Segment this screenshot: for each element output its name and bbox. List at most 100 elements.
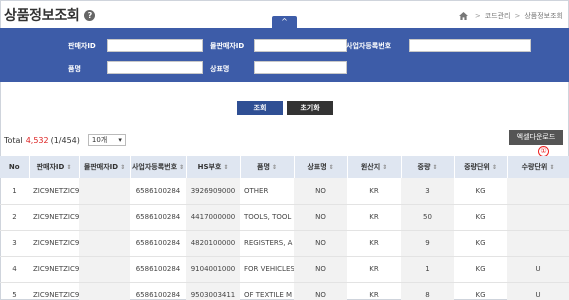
sort-icon: ⇕ <box>223 164 229 171</box>
table-cell: KG <box>454 178 507 205</box>
table-row[interactable]: 2 ZIC9NETZIC9 6586100284 4417000000 TOOLS, T… <box>0 204 569 231</box>
table-cell: 3 <box>0 230 29 257</box>
table-cell: KG <box>454 204 507 231</box>
help-icon[interactable]: ? <box>84 9 96 21</box>
table-cell <box>79 204 130 231</box>
table-cell: KG <box>454 230 507 257</box>
column-header[interactable]: 원산지 ⇕ <box>347 156 402 178</box>
table-cell: KR <box>347 256 401 283</box>
table-cell: 50 <box>401 204 454 231</box>
table-row[interactable]: 5 ZIC9NETZIC9 6586100284 9503003411 OF TEXTI… <box>0 282 569 300</box>
mall-seller-id-input[interactable] <box>254 39 347 52</box>
table-cell: ZIC9NETZIC9 <box>29 178 79 205</box>
column-header[interactable]: HS부호 ⇕ <box>186 156 241 178</box>
table-cell <box>79 282 130 300</box>
business-number-input[interactable] <box>409 39 531 52</box>
column-header[interactable]: 중량단위 ⇕ <box>454 156 508 178</box>
table-cell: NO <box>294 204 347 231</box>
table-cell: OF TEXTILE M <box>240 282 294 300</box>
table-cell: NO <box>294 256 347 283</box>
table-cell: 4417000000 <box>186 204 240 231</box>
breadcrumb: > 코드관리 > 상품정보조회 <box>458 11 563 21</box>
breadcrumb-item-current: 상품정보조회 <box>524 12 563 20</box>
column-header[interactable]: No <box>0 156 30 178</box>
table-cell: NO <box>294 178 347 205</box>
table-row[interactable]: 1 ZIC9NETZIC9 6586100284 3926909000 OTHER NO K… <box>0 178 569 205</box>
sort-icon: ⇕ <box>549 164 555 171</box>
sort-icon: ⇕ <box>179 164 185 171</box>
table-cell: KG <box>454 256 507 283</box>
sort-icon: ⇕ <box>382 164 388 171</box>
brand-name-label: 상표명 <box>210 65 230 73</box>
table-cell: 6586100284 <box>130 178 186 205</box>
excel-download-button[interactable]: 엑셀다운로드 <box>509 130 563 145</box>
table-cell <box>79 178 130 205</box>
table-cell: NO <box>294 282 347 300</box>
table-cell: 6586100284 <box>130 256 186 283</box>
table-cell: 9503003411 <box>186 282 240 300</box>
table-cell: 6586100284 <box>130 282 186 300</box>
table-cell: U <box>507 282 569 300</box>
sort-icon: ⇕ <box>432 164 438 171</box>
chevron-right-icon: > <box>514 12 521 20</box>
sort-icon: ⇕ <box>328 164 334 171</box>
page-info: (1/454) <box>50 135 80 145</box>
business-number-label: 사업자등록번호 <box>346 42 392 50</box>
table-cell: U <box>507 256 569 283</box>
table-cell <box>507 178 569 205</box>
seller-id-input[interactable] <box>107 39 203 52</box>
table-cell: TOOLS, TOOL <box>240 204 294 231</box>
reset-button[interactable]: 초기화 <box>287 101 333 115</box>
table-cell: ZIC9NETZIC9 <box>29 230 79 257</box>
column-header[interactable]: 상표명 ⇕ <box>294 156 348 178</box>
home-icon[interactable] <box>458 12 468 20</box>
table-cell: 6586100284 <box>130 230 186 257</box>
table-row[interactable]: 4 ZIC9NETZIC9 6586100284 9104001000 FOR VEHI… <box>0 256 569 283</box>
table-cell: 9104001000 <box>186 256 240 283</box>
table-cell <box>79 230 130 257</box>
chevron-up-icon: ^ <box>281 17 288 26</box>
collapse-panel-button[interactable]: ^ <box>272 16 297 28</box>
product-name-input[interactable] <box>107 61 203 74</box>
search-button[interactable]: 조회 <box>237 101 283 115</box>
sort-icon: ⇕ <box>271 164 277 171</box>
sort-icon: ⇕ <box>491 164 497 171</box>
column-header[interactable]: 수량단위 ⇕ <box>507 156 569 178</box>
column-header[interactable]: 몰판매자ID ⇕ <box>79 156 131 178</box>
column-header[interactable]: 사업자등록번호 ⇕ <box>130 156 187 178</box>
table-cell: KR <box>347 230 401 257</box>
table-cell: 4820100000 <box>186 230 240 257</box>
column-header[interactable]: 중량 ⇕ <box>401 156 455 178</box>
page-size-select[interactable]: 10개 ▾ <box>87 134 126 146</box>
table-cell: 2 <box>0 204 29 231</box>
table-cell: 1 <box>401 256 454 283</box>
table-cell: NO <box>294 230 347 257</box>
table-cell: 9 <box>401 230 454 257</box>
table-cell: 8 <box>401 282 454 300</box>
table-cell <box>507 204 569 231</box>
table-cell: ZIC9NETZIC9 <box>29 204 79 231</box>
total-label: Total <box>4 135 23 145</box>
page-title: 상품정보조회 <box>4 8 80 24</box>
table-cell: REGISTERS, A <box>240 230 294 257</box>
product-name-label: 품명 <box>68 65 81 73</box>
chevron-down-icon: ▾ <box>118 136 122 144</box>
table-cell: 4 <box>0 256 29 283</box>
table-cell: KR <box>347 178 401 205</box>
sort-icon: ⇕ <box>66 164 72 171</box>
column-header[interactable]: 판매자ID ⇕ <box>29 156 80 178</box>
table-cell: 3 <box>401 178 454 205</box>
table-cell: ZIC9NETZIC9 <box>29 256 79 283</box>
table-cell: OTHER <box>240 178 294 205</box>
brand-name-input[interactable] <box>254 61 347 74</box>
results-table: No 판매자ID ⇕ 몰판매자ID ⇕ 사업자등록번호 ⇕ HS부호 ⇕ 품명 ⇕ 상표명… <box>0 156 569 300</box>
table-cell: ZIC9NETZIC9 <box>29 282 79 300</box>
mall-seller-id-label: 몰판매자ID <box>210 42 245 50</box>
table-cell <box>79 256 130 283</box>
breadcrumb-item-code-mgmt[interactable]: 코드관리 <box>485 11 511 21</box>
table-row[interactable]: 3 ZIC9NETZIC9 6586100284 4820100000 REGISTER… <box>0 230 569 257</box>
table-cell: 1 <box>0 178 29 205</box>
table-cell: 5 <box>0 282 29 300</box>
table-cell <box>507 230 569 257</box>
column-header[interactable]: 품명 ⇕ <box>240 156 295 178</box>
